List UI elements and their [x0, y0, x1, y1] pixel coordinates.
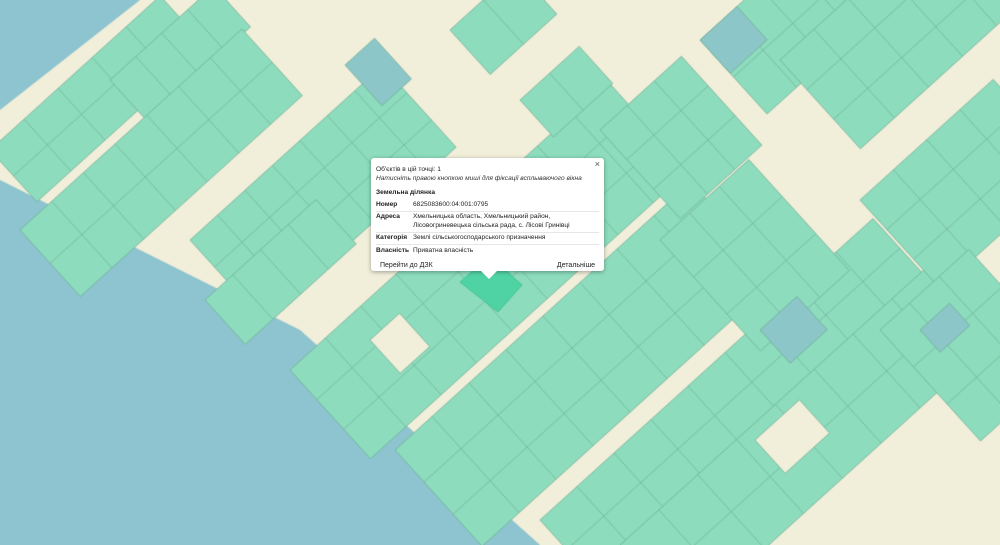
popup-links: Перейти до ДЗК Детальніше — [376, 262, 599, 269]
row-key: Номер — [376, 200, 398, 208]
row-value: Приватна власність — [413, 244, 599, 257]
objects-count: Об'єктів в цій точці: 1 — [376, 166, 441, 173]
popup-pointer — [481, 271, 497, 279]
row-key: Категорія — [376, 231, 413, 245]
details-link[interactable]: Детальніше — [557, 262, 595, 269]
cadastral-map[interactable] — [0, 0, 1000, 545]
go-to-dzk-link[interactable]: Перейти до ДЗК — [380, 262, 433, 269]
parcel-attributes: Номер 6825083600:04:001:0795 Адреса Хмел… — [376, 199, 599, 257]
parcel-info-popup: × Об'єктів в цій точці: 1 Натисніть прав… — [371, 158, 604, 279]
row-value: Землі сільськогосподарського призначення — [413, 231, 599, 245]
row-address: Адреса Хмельницька область, Хмельницький… — [376, 210, 599, 232]
section-title: Земельна ділянка — [376, 189, 435, 196]
row-number: Номер 6825083600:04:001:0795 — [376, 199, 599, 211]
row-value: 6825083600:04:001:0795 — [413, 200, 489, 208]
popup-hint: Натисніть правою кнопкою миші для фіксац… — [376, 175, 582, 182]
row-key: Власність — [376, 244, 413, 257]
row-key: Адреса — [376, 210, 413, 232]
row-ownership: Власність Приватна власність — [376, 244, 599, 257]
close-icon[interactable]: × — [595, 160, 600, 169]
row-value: Хмельницька область, Хмельницький район,… — [413, 210, 599, 232]
row-category: Категорія Землі сільськогосподарського п… — [376, 231, 599, 245]
